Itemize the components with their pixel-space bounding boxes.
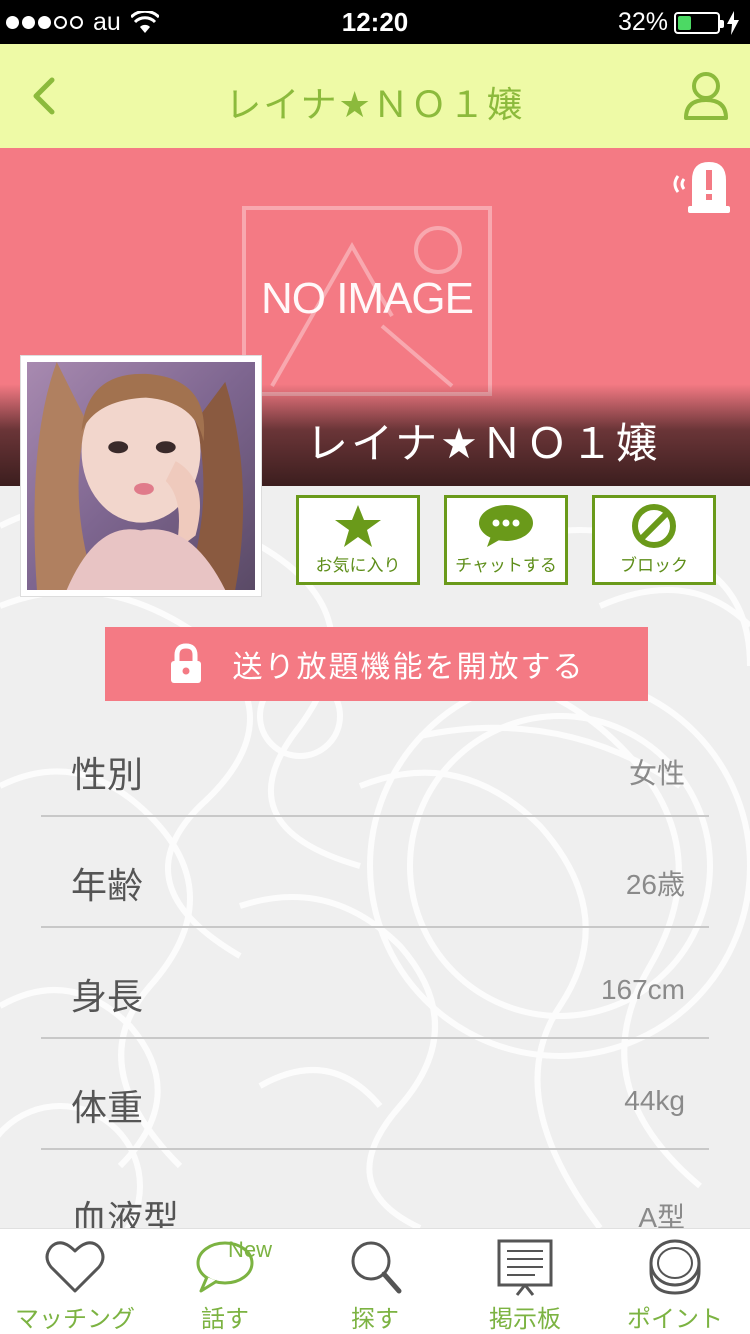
battery-icon	[674, 11, 724, 34]
page-title: レイナ★ＮＯ１嬢	[225, 85, 525, 126]
tab-label: 探す	[351, 1305, 399, 1333]
tab-label: 掲示板	[489, 1305, 561, 1333]
tab-bar: マッチング New 話す 探す 掲示板 ポイント	[0, 1228, 750, 1334]
status-right: 32%	[618, 8, 740, 37]
info-value: 44kg	[624, 1085, 685, 1116]
info-label: 体重	[71, 1088, 144, 1129]
status-bar: au 12:20 32%	[0, 0, 750, 44]
lock-icon	[170, 643, 201, 683]
tab-label: マッチング	[15, 1305, 135, 1333]
tab-label: ポイント	[627, 1305, 723, 1333]
tab-talk[interactable]: New 話す	[150, 1229, 300, 1334]
block-button[interactable]: ブロック	[592, 495, 716, 585]
tab-label: 話す	[201, 1305, 249, 1333]
new-badge: New	[228, 1237, 273, 1262]
battery-percent: 32%	[617, 8, 668, 36]
info-row-age: 年齢 26歳	[41, 817, 709, 928]
tab-bulletin-board[interactable]: 掲示板	[450, 1229, 600, 1334]
info-row-weight: 体重 44kg	[41, 1039, 709, 1150]
profile-photo[interactable]	[20, 355, 262, 597]
chat-button[interactable]: チャットする	[444, 495, 568, 585]
block-icon	[632, 504, 676, 548]
info-label: 性別	[71, 755, 144, 796]
favorite-button[interactable]: お気に入り	[296, 495, 420, 585]
report-alert-icon[interactable]	[670, 158, 730, 214]
user-icon[interactable]	[682, 68, 730, 124]
heart-icon	[45, 1241, 105, 1293]
info-row-height: 身長 167cm	[41, 928, 709, 1039]
info-label: 年齢	[71, 866, 144, 907]
tab-search[interactable]: 探す	[300, 1229, 450, 1334]
profile-name: レイナ★ＮＯ１嬢	[306, 419, 661, 468]
info-value: 167cm	[600, 974, 685, 1005]
block-label: ブロック	[620, 556, 688, 576]
coin-icon	[649, 1239, 701, 1295]
profile-photo-image	[27, 362, 255, 590]
navigation-bar: レイナ★ＮＯ１嬢	[0, 44, 750, 148]
unlock-unlimited-button[interactable]: 送り放題機能を開放する	[105, 627, 648, 701]
unlock-label: 送り放題機能を開放する	[232, 650, 585, 685]
tab-matching[interactable]: マッチング	[0, 1229, 150, 1334]
battery-level	[678, 15, 692, 30]
chat-label: チャットする	[455, 556, 557, 576]
no-image-text: NO IMAGE	[260, 274, 474, 323]
star-icon	[335, 505, 381, 547]
info-row-gender: 性別 女性	[41, 706, 709, 817]
info-label: 身長	[71, 977, 144, 1018]
magnifier-icon	[351, 1241, 402, 1294]
bulletin-board-icon	[497, 1239, 553, 1296]
info-value: 女性	[628, 758, 685, 789]
chat-bubble-icon	[479, 505, 533, 547]
info-value: 26歳	[625, 869, 685, 900]
charging-icon	[727, 10, 739, 35]
tab-points[interactable]: ポイント	[600, 1229, 750, 1334]
favorite-label: お気に入り	[315, 556, 401, 576]
